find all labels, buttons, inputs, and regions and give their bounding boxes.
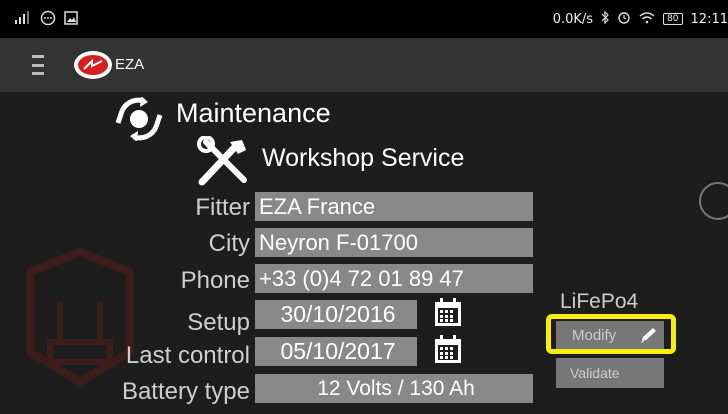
setup-date-field[interactable]: 30/10/2016: [255, 300, 417, 329]
menu-icon[interactable]: [32, 55, 44, 75]
status-bar: 0.0K/s 80 12:11: [0, 0, 728, 38]
signal-icon: [14, 11, 32, 29]
alarm-icon: [617, 10, 631, 28]
battery-type-field[interactable]: 12 Volts / 130 Ah: [255, 374, 533, 403]
battery-chemistry-label: LiFePo4: [560, 290, 639, 313]
network-speed: 0.0K/s: [552, 11, 594, 27]
setup-calendar-icon[interactable]: [433, 297, 463, 327]
wifi-icon: [639, 11, 655, 28]
maintenance-title: Maintenance: [176, 98, 331, 128]
app-bar: EZA: [0, 38, 728, 92]
city-field[interactable]: Neyron F-01700: [255, 228, 533, 257]
maintenance-cycle-icon: [115, 97, 163, 141]
bluetooth-icon: [601, 10, 609, 28]
phone-label: Phone: [180, 267, 250, 294]
workshop-service-title: Workshop Service: [262, 144, 465, 172]
phone-field[interactable]: +33 (0)4 72 01 89 47: [255, 264, 533, 293]
app-title: EZA: [115, 56, 145, 73]
validate-button[interactable]: Validate: [556, 358, 664, 388]
fitter-label: Fitter: [195, 194, 250, 221]
setup-label: Setup: [187, 309, 250, 336]
modify-highlight-box: [546, 314, 676, 354]
status-right-icons: 0.0K/s 80 12:11: [553, 10, 728, 28]
message-icon: [40, 10, 56, 30]
last-control-calendar-icon[interactable]: [433, 334, 463, 364]
status-time: 12:11: [690, 11, 728, 27]
last-control-label: Last control: [125, 342, 250, 369]
city-label: City: [208, 230, 250, 257]
last-control-date-field[interactable]: 05/10/2017: [255, 337, 417, 366]
image-icon: [64, 11, 78, 29]
tools-icon: [197, 136, 247, 186]
battery-indicator: 80: [663, 13, 683, 25]
battery-type-label: Battery type: [121, 378, 250, 405]
eza-logo: [74, 51, 112, 79]
status-left-icons: [14, 10, 78, 30]
fitter-field[interactable]: EZA France: [255, 192, 533, 221]
